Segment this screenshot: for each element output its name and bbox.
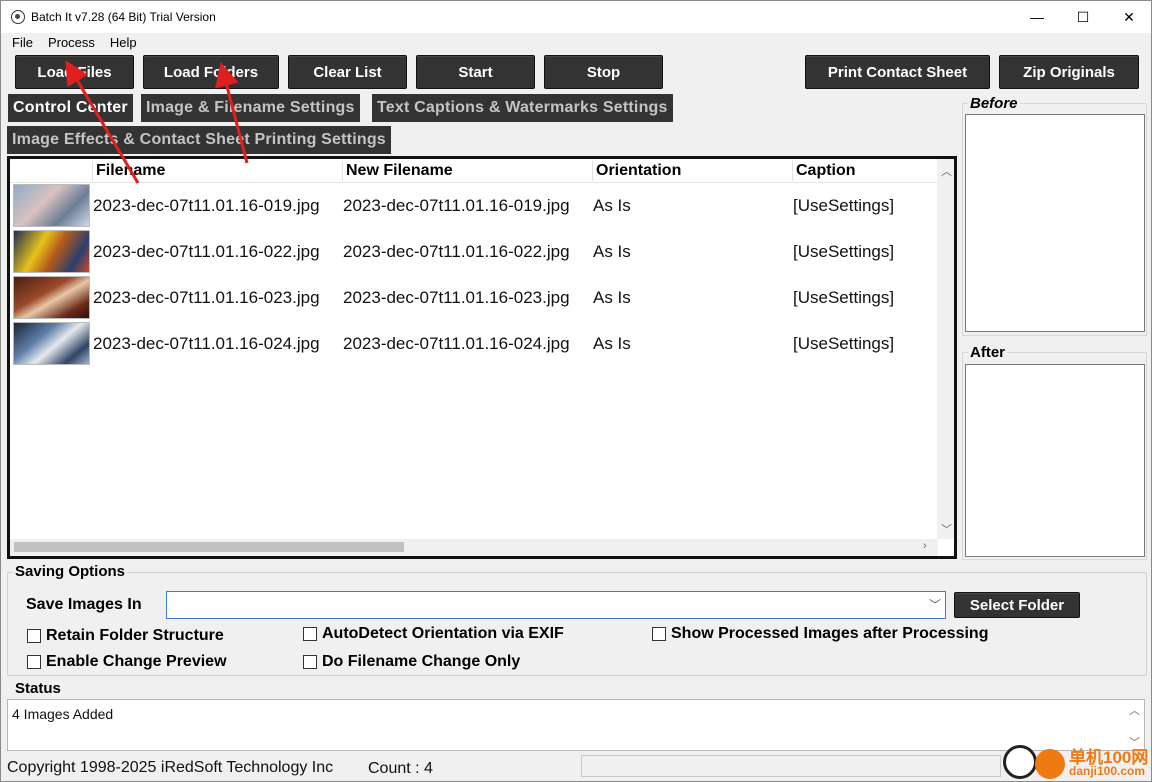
- before-label: Before: [968, 95, 1020, 112]
- maximize-button[interactable]: ☐: [1060, 1, 1106, 33]
- watermark-url: danji100.com: [1069, 764, 1146, 778]
- count-text: Count : 4: [368, 760, 433, 777]
- table-row[interactable]: 2023-dec-07t11.01.16-024.jpg 2023-dec-07…: [13, 322, 933, 368]
- enable-change-preview-checkbox[interactable]: Enable Change Preview: [27, 653, 227, 671]
- checkbox-box[interactable]: [27, 629, 41, 643]
- autodetect-orientation-label: AutoDetect Orientation via EXIF: [322, 625, 564, 642]
- do-filename-change-only-checkbox[interactable]: Do Filename Change Only: [303, 653, 520, 671]
- do-filename-change-only-label: Do Filename Change Only: [322, 653, 521, 670]
- enable-change-preview-label: Enable Change Preview: [46, 653, 227, 670]
- cell-orientation: As Is: [593, 334, 631, 353]
- cell-orientation: As Is: [593, 242, 631, 261]
- header-separator: [592, 161, 593, 181]
- before-preview: [965, 114, 1145, 332]
- status-box: 4 Images Added ︿ ﹀: [7, 699, 1145, 751]
- cell-caption: [UseSettings]: [793, 334, 895, 353]
- tab-control-center[interactable]: Control Center: [8, 94, 133, 122]
- menu-help[interactable]: Help: [110, 33, 137, 53]
- vertical-scrollbar[interactable]: ︿ ﹀: [937, 159, 954, 539]
- table-row[interactable]: 2023-dec-07t11.01.16-022.jpg 2023-dec-07…: [13, 230, 933, 276]
- cell-new-filename: 2023-dec-07t11.01.16-019.jpg: [343, 196, 570, 215]
- cell-new-filename: 2023-dec-07t11.01.16-023.jpg: [343, 288, 570, 307]
- menu-file[interactable]: File: [12, 33, 33, 53]
- checkbox-box[interactable]: [303, 627, 317, 641]
- chevron-down-icon[interactable]: ﹀: [929, 596, 941, 613]
- column-new-filename[interactable]: New Filename: [346, 162, 453, 180]
- menu-process[interactable]: Process: [48, 33, 95, 53]
- scroll-up-icon[interactable]: ︿: [1129, 702, 1140, 718]
- after-preview: [965, 364, 1145, 557]
- thumbnail-image: [13, 230, 90, 273]
- column-orientation[interactable]: Orientation: [596, 162, 681, 180]
- save-images-in-combo[interactable]: ﹀: [166, 591, 946, 619]
- list-header: Filename New Filename Orientation Captio…: [10, 159, 938, 183]
- header-separator: [342, 161, 343, 181]
- load-folders-button[interactable]: Load Folders: [143, 55, 279, 89]
- checkbox-box[interactable]: [27, 655, 41, 669]
- load-files-button[interactable]: Load Files: [15, 55, 134, 89]
- tab-image-effects-contact-sheet[interactable]: Image Effects & Contact Sheet Printing S…: [7, 126, 391, 154]
- menu-bar: File Process Help: [1, 33, 141, 53]
- retain-folder-structure-label: Retain Folder Structure: [46, 627, 224, 644]
- start-button[interactable]: Start: [416, 55, 535, 89]
- cell-caption: [UseSettings]: [793, 196, 895, 215]
- title-bar: Batch It v7.28 (64 Bit) Trial Version — …: [1, 1, 1151, 33]
- thumbnail-image: [13, 322, 90, 365]
- horizontal-scroll-thumb[interactable]: [14, 542, 404, 552]
- scroll-up-icon[interactable]: ︿: [941, 163, 952, 179]
- stop-button[interactable]: Stop: [544, 55, 663, 89]
- clear-list-button[interactable]: Clear List: [288, 55, 407, 89]
- app-icon: [11, 10, 25, 24]
- tab-text-captions-watermarks[interactable]: Text Captions & Watermarks Settings: [372, 94, 673, 122]
- header-separator: [92, 161, 93, 181]
- cell-new-filename: 2023-dec-07t11.01.16-024.jpg: [343, 334, 570, 353]
- scroll-right-icon[interactable]: ›: [923, 540, 927, 552]
- autodetect-orientation-checkbox[interactable]: AutoDetect Orientation via EXIF: [303, 625, 564, 643]
- show-processed-images-label: Show Processed Images after Processing: [671, 625, 989, 642]
- cell-new-filename: 2023-dec-07t11.01.16-022.jpg: [343, 242, 570, 261]
- watermark-logo-icon: [1035, 749, 1065, 779]
- print-contact-sheet-button[interactable]: Print Contact Sheet: [805, 55, 990, 89]
- after-label: After: [968, 344, 1008, 361]
- cell-caption: [UseSettings]: [793, 288, 895, 307]
- cell-orientation: As Is: [593, 196, 631, 215]
- watermark-logo-icon: [1003, 745, 1037, 779]
- close-button[interactable]: ✕: [1106, 1, 1151, 33]
- cell-caption: [UseSettings]: [793, 242, 895, 261]
- status-bar-panel: [581, 755, 1001, 777]
- checkbox-box[interactable]: [652, 627, 666, 641]
- column-filename[interactable]: Filename: [96, 162, 165, 180]
- saving-options-title: Saving Options: [13, 563, 128, 580]
- column-caption[interactable]: Caption: [796, 162, 856, 180]
- thumbnail-image: [13, 276, 90, 319]
- header-separator: [792, 161, 793, 181]
- minimize-button[interactable]: —: [1014, 1, 1060, 33]
- cell-filename: 2023-dec-07t11.01.16-023.jpg: [93, 288, 320, 307]
- table-row[interactable]: 2023-dec-07t11.01.16-019.jpg 2023-dec-07…: [13, 184, 933, 230]
- select-folder-button[interactable]: Select Folder: [954, 592, 1080, 618]
- horizontal-scrollbar[interactable]: ›: [10, 539, 938, 556]
- window-title: Batch It v7.28 (64 Bit) Trial Version: [31, 10, 216, 24]
- file-list[interactable]: Filename New Filename Orientation Captio…: [7, 156, 957, 559]
- copyright-text: Copyright 1998-2025 iRedSoft Technology …: [7, 759, 334, 776]
- save-images-in-label: Save Images In: [26, 596, 142, 613]
- cell-orientation: As Is: [593, 288, 631, 307]
- thumbnail-image: [13, 184, 90, 227]
- tab-image-filename-settings[interactable]: Image & Filename Settings: [141, 94, 360, 122]
- show-processed-images-checkbox[interactable]: Show Processed Images after Processing: [652, 625, 988, 643]
- status-title: Status: [13, 680, 63, 697]
- cell-filename: 2023-dec-07t11.01.16-022.jpg: [93, 242, 320, 261]
- checkbox-box[interactable]: [303, 655, 317, 669]
- cell-filename: 2023-dec-07t11.01.16-019.jpg: [93, 196, 320, 215]
- app-window: Batch It v7.28 (64 Bit) Trial Version — …: [0, 0, 1152, 782]
- cell-filename: 2023-dec-07t11.01.16-024.jpg: [93, 334, 320, 353]
- zip-originals-button[interactable]: Zip Originals: [999, 55, 1139, 89]
- retain-folder-structure-checkbox[interactable]: Retain Folder Structure: [27, 627, 224, 645]
- scroll-down-icon[interactable]: ﹀: [941, 521, 952, 537]
- status-message: 4 Images Added: [12, 706, 114, 722]
- table-row[interactable]: 2023-dec-07t11.01.16-023.jpg 2023-dec-07…: [13, 276, 933, 322]
